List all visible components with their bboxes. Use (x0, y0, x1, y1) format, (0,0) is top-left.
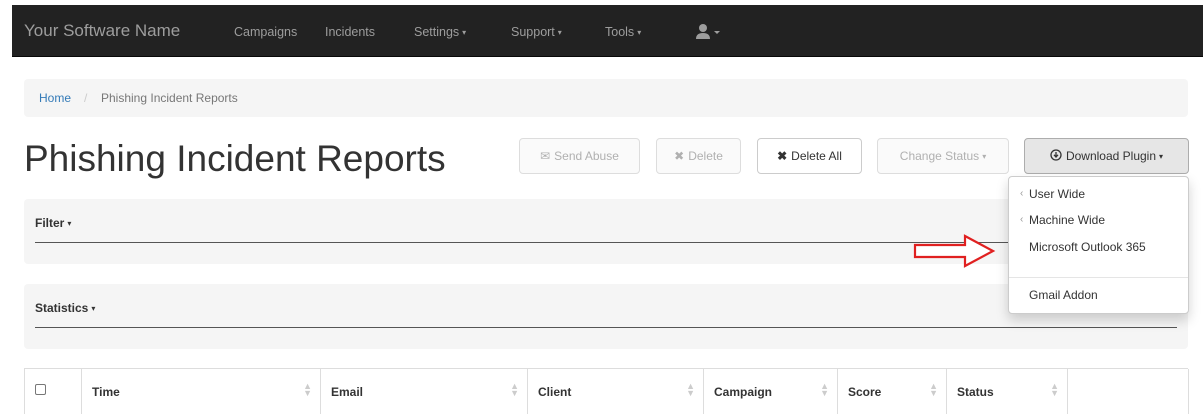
column-email[interactable]: Email ▲ ▼ (321, 369, 528, 414)
delete-label: Delete (688, 149, 723, 163)
sort-icon: ▲ ▼ (510, 381, 519, 398)
menu-item-outlook-365[interactable]: Microsoft Outlook 365 (1029, 240, 1146, 254)
delete-all-label: Delete All (791, 149, 842, 163)
nav-settings[interactable]: Settings ▾ (414, 25, 466, 39)
change-status-button[interactable]: Change Status ▾ (877, 138, 1009, 174)
nav-tools-label: Tools (605, 25, 635, 39)
submenu-chevron-icon: ‹ (1020, 214, 1024, 225)
download-plugin-label: Download Plugin (1065, 149, 1157, 163)
nav-campaigns-label: Campaigns (234, 25, 298, 39)
menu-item-label: Machine Wide (1029, 213, 1106, 227)
send-abuse-button[interactable]: ✉ Send Abuse (519, 138, 640, 174)
column-client[interactable]: Client ▲ ▼ (528, 369, 704, 414)
chevron-down-icon: ▾ (462, 28, 467, 37)
delete-button[interactable]: ✖ Delete (656, 138, 741, 174)
nav-tools[interactable]: Tools ▾ (605, 25, 641, 39)
menu-divider (1009, 277, 1188, 278)
sort-icon: ▲ ▼ (820, 381, 829, 398)
user-menu[interactable] (696, 23, 726, 41)
submenu-chevron-icon: ‹ (1020, 188, 1024, 199)
download-plugin-menu: ‹ User Wide ‹ Machine Wide Microsoft Outlo… (1008, 176, 1189, 314)
top-navbar: Your Software Name Campaigns Incidents S… (12, 5, 1203, 57)
column-label: Status (957, 385, 994, 399)
chevron-down-icon: ▾ (557, 28, 562, 37)
times-icon: ✖ (777, 149, 788, 163)
incidents-table-header: Time ▲ ▼ Email ▲ ▼ Client ▲ ▼ Campaign ▲ ▼ S… (24, 368, 1189, 414)
nav-support[interactable]: Support ▾ (511, 25, 562, 39)
menu-item-label: Gmail Addon (1029, 288, 1098, 302)
select-all-checkbox[interactable] (35, 384, 46, 395)
select-all-column (25, 369, 82, 414)
column-score[interactable]: Score ▲ ▼ (838, 369, 947, 414)
page-title: Phishing Incident Reports (24, 138, 446, 179)
divider (35, 327, 1177, 328)
chevron-down-icon: ▾ (67, 219, 72, 228)
envelope-icon: ✉ (540, 149, 551, 163)
nav-settings-label: Settings (414, 25, 460, 39)
sort-icon: ▲ ▼ (1050, 381, 1059, 398)
times-icon: ✖ (674, 149, 685, 163)
brand-name[interactable]: Your Software Name (24, 21, 180, 41)
nav-incidents[interactable]: Incidents (325, 25, 375, 39)
filter-toggle[interactable]: Filter ▾ (35, 216, 71, 230)
chevron-down-icon: ▾ (982, 151, 987, 161)
change-status-label: Change Status (899, 149, 980, 163)
column-label: Time (92, 385, 120, 399)
nav-incidents-label: Incidents (325, 25, 376, 39)
statistics-label: Statistics (35, 301, 89, 315)
delete-all-button[interactable]: ✖ Delete All (757, 138, 862, 174)
user-icon (696, 24, 720, 39)
sort-icon: ▲ ▼ (303, 381, 312, 398)
menu-item-gmail-addon[interactable]: Gmail Addon (1029, 288, 1098, 302)
nav-campaigns[interactable]: Campaigns (234, 25, 297, 39)
column-time[interactable]: Time ▲ ▼ (82, 369, 321, 414)
column-actions (1068, 369, 1189, 414)
sort-icon: ▲ ▼ (929, 381, 938, 398)
nav-support-label: Support (511, 25, 555, 39)
sort-icon: ▲ ▼ (686, 381, 695, 398)
column-label: Email (331, 385, 364, 399)
column-label: Score (848, 385, 882, 399)
breadcrumb-separator: / (84, 91, 88, 105)
menu-item-label: Microsoft Outlook 365 (1029, 240, 1146, 254)
send-abuse-label: Send Abuse (554, 149, 619, 163)
annotation-arrow-icon (913, 234, 996, 268)
download-plugin-button[interactable]: Download Plugin ▾ (1024, 138, 1189, 174)
breadcrumb-home-link[interactable]: Home (39, 91, 71, 105)
column-label: Client (538, 385, 572, 399)
chevron-down-icon: ▾ (1159, 151, 1164, 161)
menu-item-machine-wide[interactable]: ‹ Machine Wide (1020, 213, 1106, 227)
divider (35, 242, 1177, 243)
breadcrumb: Home / Phishing Incident Reports (24, 79, 1188, 117)
statistics-toggle[interactable]: Statistics ▾ (35, 301, 95, 315)
column-label: Campaign (714, 385, 773, 399)
chevron-down-icon: ▾ (91, 304, 96, 313)
column-campaign[interactable]: Campaign ▲ ▼ (704, 369, 838, 414)
column-status[interactable]: Status ▲ ▼ (947, 369, 1068, 414)
menu-item-label: User Wide (1029, 187, 1086, 201)
download-circle-icon (1050, 148, 1062, 164)
filter-label: Filter (35, 216, 65, 230)
breadcrumb-current: Phishing Incident Reports (101, 91, 238, 105)
menu-item-user-wide[interactable]: ‹ User Wide (1020, 187, 1086, 201)
chevron-down-icon: ▾ (637, 28, 642, 37)
